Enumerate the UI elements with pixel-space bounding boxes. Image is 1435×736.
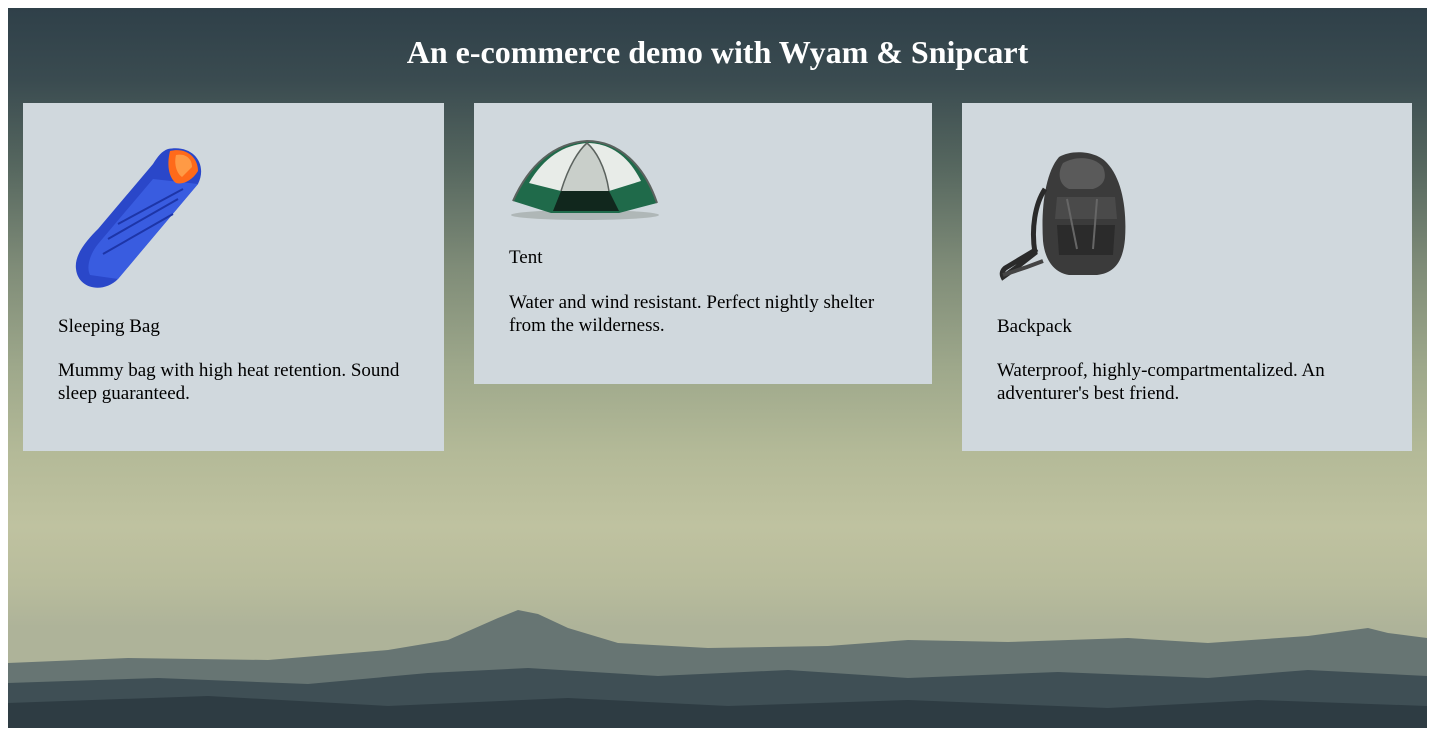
product-card-sleeping-bag: Sleeping Bag Mummy bag with high heat re… [23,103,444,451]
product-name: Sleeping Bag [58,316,160,337]
backpack-image[interactable] [997,149,1137,284]
product-card-backpack: Backpack Waterproof, highly-compartmenta… [962,103,1412,451]
tent-image[interactable] [509,135,661,221]
page-background: An e-commerce demo with Wyam & Snipcart … [8,8,1427,728]
product-description: Mummy bag with high heat retention. Soun… [58,360,400,404]
product-name: Backpack [997,316,1072,337]
page-title: An e-commerce demo with Wyam & Snipcart [406,34,1029,70]
product-description: Water and wind resistant. Perfect nightl… [509,292,875,336]
product-card-tent: Tent Water and wind resistant. Perfect n… [474,103,932,384]
product-description: Waterproof, highly-compartmentalized. An… [997,360,1325,404]
mountain-landscape-background [8,610,1427,728]
sleeping-bag-image[interactable] [58,139,208,289]
product-name: Tent [509,247,543,268]
